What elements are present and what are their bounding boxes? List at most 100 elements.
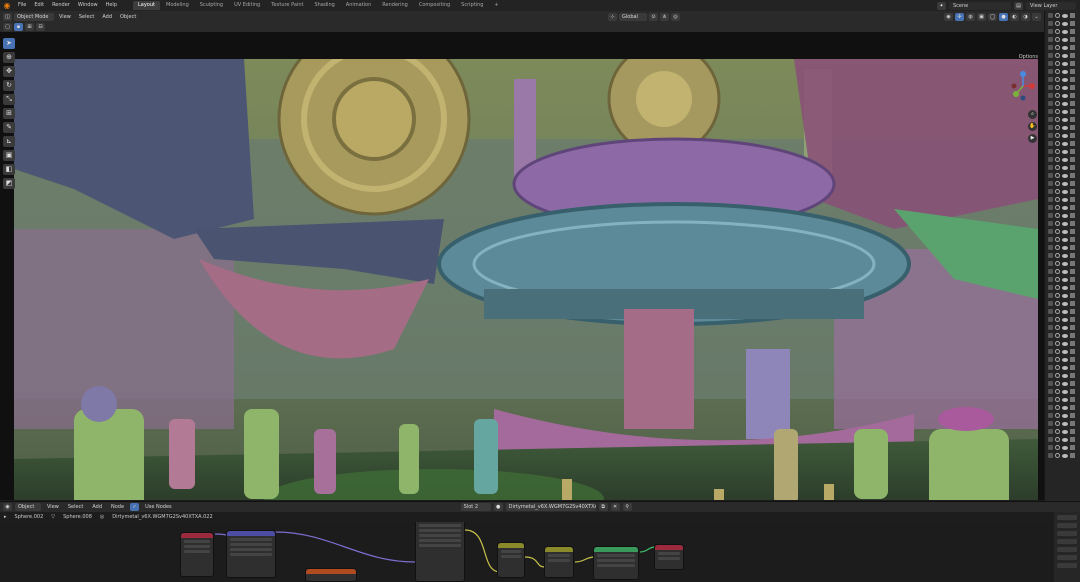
eye-icon[interactable] xyxy=(1062,333,1068,338)
checkbox-icon[interactable] xyxy=(1055,85,1060,90)
checkbox-icon[interactable] xyxy=(1055,317,1060,322)
tab-uv-editing[interactable]: UV Editing xyxy=(229,1,265,10)
expand-icon[interactable] xyxy=(1048,109,1053,114)
add-workspace-button[interactable]: + xyxy=(489,1,503,10)
checkbox-icon[interactable] xyxy=(1055,389,1060,394)
camera-icon[interactable] xyxy=(1070,389,1075,394)
eye-icon[interactable] xyxy=(1062,253,1068,258)
eye-icon[interactable] xyxy=(1062,181,1068,186)
3d-viewport[interactable]: ➤ ⊕ ✥ ↻ ⤡ ⊞ ✎ ⊾ ▣ ◧ ◩ Options ⌕ ✋ ▶ xyxy=(0,32,1044,500)
eye-icon[interactable] xyxy=(1062,101,1068,106)
outliner-row[interactable] xyxy=(1045,28,1080,35)
camera-icon[interactable] xyxy=(1070,53,1075,58)
checkbox-icon[interactable] xyxy=(1055,365,1060,370)
expand-icon[interactable] xyxy=(1048,157,1053,162)
expand-icon[interactable] xyxy=(1048,373,1053,378)
checkbox-icon[interactable] xyxy=(1055,373,1060,378)
camera-icon[interactable] xyxy=(1070,221,1075,226)
zoom-icon[interactable]: ⌕ xyxy=(1028,110,1037,119)
camera-icon[interactable] xyxy=(1070,293,1075,298)
expand-icon[interactable] xyxy=(1048,317,1053,322)
outliner-row[interactable] xyxy=(1045,84,1080,91)
checkbox-icon[interactable] xyxy=(1055,333,1060,338)
pan-hand-icon[interactable]: ✋ xyxy=(1028,122,1037,131)
outliner-row[interactable] xyxy=(1045,124,1080,131)
checkbox-icon[interactable] xyxy=(1055,381,1060,386)
eye-icon[interactable] xyxy=(1062,413,1068,418)
checkbox-icon[interactable] xyxy=(1055,253,1060,258)
eye-icon[interactable] xyxy=(1062,45,1068,50)
eye-icon[interactable] xyxy=(1062,157,1068,162)
expand-icon[interactable] xyxy=(1048,325,1053,330)
menu-object[interactable]: Object xyxy=(117,13,139,21)
outliner-row[interactable] xyxy=(1045,276,1080,283)
expand-icon[interactable] xyxy=(1048,389,1053,394)
camera-icon[interactable] xyxy=(1070,397,1075,402)
expand-icon[interactable] xyxy=(1048,125,1053,130)
expand-icon[interactable] xyxy=(1048,245,1053,250)
eye-icon[interactable] xyxy=(1062,69,1068,74)
camera-icon[interactable] xyxy=(1070,269,1075,274)
expand-icon[interactable] xyxy=(1048,421,1053,426)
expand-icon[interactable] xyxy=(1048,405,1053,410)
snap-icon[interactable]: ⋔ xyxy=(660,12,669,21)
checkbox-icon[interactable] xyxy=(1055,213,1060,218)
mode-selector[interactable]: Object Mode xyxy=(14,12,54,21)
eye-icon[interactable] xyxy=(1062,309,1068,314)
outliner-row[interactable] xyxy=(1045,372,1080,379)
checkbox-icon[interactable] xyxy=(1055,125,1060,130)
expand-icon[interactable] xyxy=(1048,397,1053,402)
camera-icon[interactable] xyxy=(1070,445,1075,450)
checkbox-icon[interactable] xyxy=(1055,349,1060,354)
eye-icon[interactable] xyxy=(1062,37,1068,42)
scene-render[interactable] xyxy=(14,59,1038,500)
outliner-row[interactable] xyxy=(1045,324,1080,331)
camera-icon[interactable] xyxy=(1070,261,1075,266)
checkbox-icon[interactable] xyxy=(1055,261,1060,266)
checkbox-icon[interactable] xyxy=(1055,437,1060,442)
checkbox-icon[interactable] xyxy=(1055,205,1060,210)
breadcrumb-object[interactable]: Sphere.002 xyxy=(15,514,44,520)
expand-icon[interactable] xyxy=(1048,381,1053,386)
outliner-row[interactable] xyxy=(1045,132,1080,139)
menu-render[interactable]: Render xyxy=(48,0,74,11)
expand-icon[interactable] xyxy=(1048,93,1053,98)
camera-icon[interactable] xyxy=(1070,245,1075,250)
outliner-row[interactable] xyxy=(1045,180,1080,187)
checkbox-icon[interactable] xyxy=(1055,445,1060,450)
view-layer-selector[interactable]: View Layer xyxy=(1026,1,1076,10)
expand-icon[interactable] xyxy=(1048,269,1053,274)
checkbox-icon[interactable] xyxy=(1055,117,1060,122)
eye-icon[interactable] xyxy=(1062,149,1068,154)
expand-icon[interactable] xyxy=(1048,437,1053,442)
add-cube-tool-icon[interactable]: ▣ xyxy=(3,150,15,161)
eye-icon[interactable] xyxy=(1062,357,1068,362)
expand-icon[interactable] xyxy=(1048,165,1053,170)
outliner-row[interactable] xyxy=(1045,348,1080,355)
knife-tool-icon[interactable]: ◩ xyxy=(3,178,15,189)
tab-animation[interactable]: Animation xyxy=(341,1,377,10)
rendered-shading-icon[interactable]: ◑ xyxy=(1021,12,1030,21)
eye-icon[interactable] xyxy=(1062,261,1068,266)
transform-tool-icon[interactable]: ⊞ xyxy=(3,108,15,119)
expand-icon[interactable] xyxy=(1048,349,1053,354)
checkbox-icon[interactable] xyxy=(1055,237,1060,242)
expand-icon[interactable] xyxy=(1048,413,1053,418)
outliner-row[interactable] xyxy=(1045,212,1080,219)
outliner-row[interactable] xyxy=(1045,284,1080,291)
material-output-node[interactable] xyxy=(654,544,684,570)
eye-icon[interactable] xyxy=(1062,133,1068,138)
camera-icon[interactable] xyxy=(1070,333,1075,338)
node-menu-view[interactable]: View xyxy=(44,503,62,511)
expand-icon[interactable] xyxy=(1048,213,1053,218)
expand-icon[interactable] xyxy=(1048,253,1053,258)
eye-icon[interactable] xyxy=(1062,53,1068,58)
outliner-row[interactable] xyxy=(1045,420,1080,427)
texture-coordinate-node[interactable] xyxy=(180,532,214,577)
checkbox-icon[interactable] xyxy=(1055,69,1060,74)
outliner-row[interactable] xyxy=(1045,116,1080,123)
tab-sculpting[interactable]: Sculpting xyxy=(195,1,228,10)
proportional-edit-icon[interactable]: ◎ xyxy=(671,12,680,21)
eye-icon[interactable] xyxy=(1062,381,1068,386)
tab-layout[interactable]: Layout xyxy=(133,1,160,10)
